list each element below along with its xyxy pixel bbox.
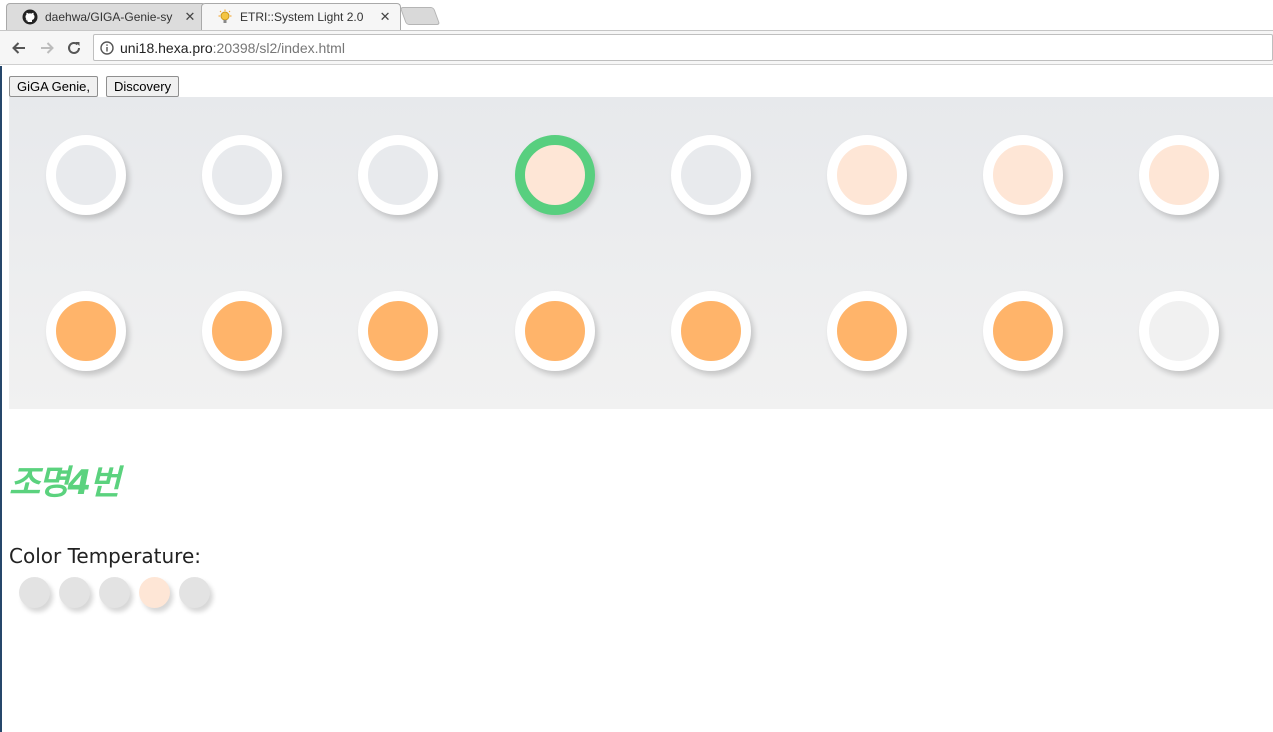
color-temperature-option-4[interactable]	[139, 577, 170, 608]
light-12[interactable]	[515, 291, 595, 371]
light-13[interactable]	[671, 291, 751, 371]
light-8[interactable]	[1139, 135, 1219, 215]
close-tab-icon[interactable]: ✕	[184, 9, 196, 25]
light-5[interactable]	[671, 135, 751, 215]
giga-genie-button[interactable]: GiGA Genie,	[9, 76, 98, 97]
info-icon[interactable]	[100, 40, 114, 55]
close-tab-icon[interactable]: ✕	[379, 9, 391, 25]
light-15[interactable]	[983, 291, 1063, 371]
page-content: GiGA Genie, Discovery 조명4번 Color Tempera…	[0, 66, 1273, 732]
light-14[interactable]	[827, 291, 907, 371]
tab-system-light[interactable]: ETRI::System Light 2.0 ✕	[201, 3, 401, 30]
light-1[interactable]	[46, 135, 126, 215]
light-16[interactable]	[1139, 291, 1219, 371]
tab-strip: daehwa/GIGA-Genie-sy ✕ ETRI::System Ligh…	[0, 0, 1273, 31]
browser-toolbar: uni18.hexa.pro:20398/sl2/index.html	[0, 31, 1273, 65]
tab-title: daehwa/GIGA-Genie-sy	[45, 9, 173, 24]
forward-arrow-icon[interactable]	[37, 38, 57, 58]
lights-panel	[9, 97, 1273, 409]
light-10[interactable]	[202, 291, 282, 371]
lightbulb-icon	[217, 9, 233, 25]
light-6[interactable]	[827, 135, 907, 215]
tab-title: ETRI::System Light 2.0	[240, 9, 364, 24]
color-temperature-option-1[interactable]	[19, 577, 50, 608]
discovery-button[interactable]: Discovery	[106, 76, 180, 97]
selected-light-name: 조명4번	[9, 463, 120, 503]
light-2[interactable]	[202, 135, 282, 215]
address-bar[interactable]: uni18.hexa.pro:20398/sl2/index.html	[93, 34, 1273, 61]
light-3[interactable]	[358, 135, 438, 215]
back-arrow-icon[interactable]	[9, 38, 29, 58]
tab-github[interactable]: daehwa/GIGA-Genie-sy ✕	[6, 3, 206, 30]
light-9[interactable]	[46, 291, 126, 371]
new-tab-button[interactable]	[399, 7, 441, 25]
color-temperature-label: Color Temperature:	[9, 544, 202, 568]
light-11[interactable]	[358, 291, 438, 371]
github-icon	[22, 9, 38, 25]
light-4[interactable]	[515, 135, 595, 215]
url-host: uni18.hexa.pro	[120, 39, 213, 56]
url-path: :20398/sl2/index.html	[212, 39, 345, 56]
color-temperature-option-3[interactable]	[99, 577, 130, 608]
color-temperature-option-2[interactable]	[59, 577, 90, 608]
color-temperature-option-5[interactable]	[179, 577, 210, 608]
reload-icon[interactable]	[64, 38, 84, 58]
light-7[interactable]	[983, 135, 1063, 215]
